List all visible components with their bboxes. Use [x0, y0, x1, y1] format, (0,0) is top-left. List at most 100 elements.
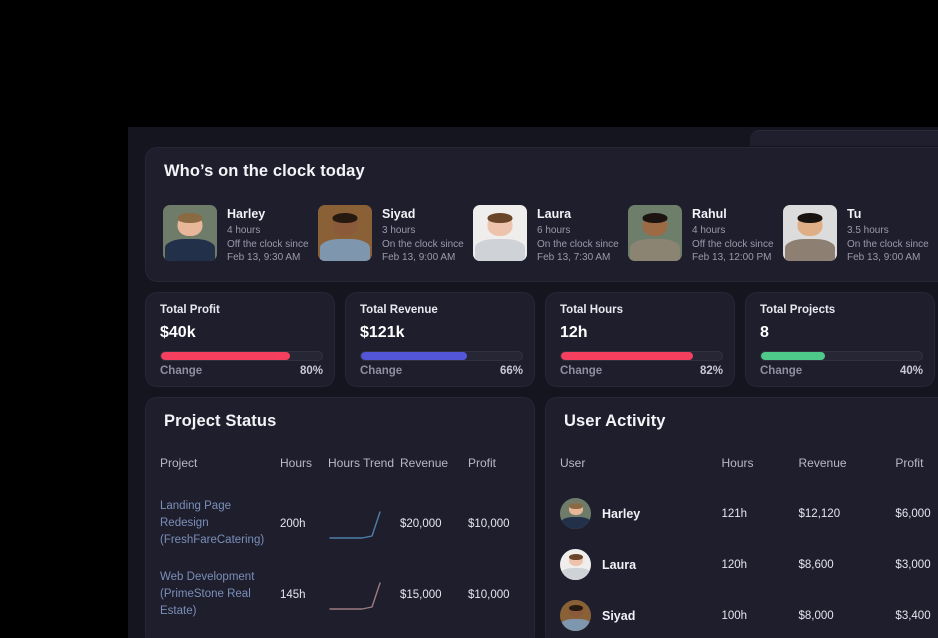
user-name: Laura: [602, 557, 637, 572]
project-revenue-cell: $15,000: [400, 588, 442, 601]
stat-card-total-projects[interactable]: Total Projects 8 Change 40%: [745, 292, 935, 387]
stat-progress-track: [560, 351, 723, 361]
clock-person-since: Feb 13, 9:00 AM: [847, 252, 921, 263]
clock-person-hours: 3.5 hours: [847, 225, 889, 236]
stat-progress-fill: [761, 352, 826, 360]
clock-person-status: On the clock since: [382, 238, 464, 250]
table-row[interactable]: Laura120h$8,600$3,00020: [560, 539, 938, 590]
user-activity-panel: User Activity User Hours Revenue Profit …: [545, 397, 938, 638]
sparkline-icon: [329, 581, 381, 610]
stat-value: 12h: [560, 324, 588, 341]
stat-value: 8: [760, 324, 769, 341]
clock-person-name: Laura: [537, 207, 572, 221]
clock-person[interactable]: Siyad 3 hours On the clock since Feb 13, 9:…: [318, 205, 473, 265]
table-row[interactable]: Siyad100h$8,000$3,40031: [560, 590, 938, 638]
stat-progress-fill: [361, 352, 468, 360]
user-cell: Harley: [560, 488, 722, 539]
stat-change-row: Change 40%: [760, 365, 923, 377]
stat-change-value: 80%: [299, 365, 323, 377]
sparkline-icon: [329, 510, 381, 539]
column-header-revenue: Revenue: [400, 456, 449, 470]
column-header-hours: Hours: [280, 456, 313, 470]
clock-person-name: Siyad: [382, 207, 416, 221]
project-status-table: Project Hours Hours Trend Revenue Profit…: [160, 448, 522, 630]
dashboard-surface: Who’s on the clock today Harley 4 hours Of…: [128, 127, 938, 638]
clock-person-details: Siyad 3 hours On the clock since Feb 13, 9:…: [382, 205, 464, 265]
user-profit-cell: $3,400: [895, 609, 931, 622]
table-row[interactable]: Web Development (PrimeStone Real Estate)…: [160, 559, 522, 630]
column-header-hours-trend: Hours Trend: [328, 456, 395, 470]
hours-trend-cell: [328, 559, 400, 630]
user-profit-cell: $6,000: [895, 507, 931, 520]
stat-card-total-hours[interactable]: Total Hours 12h Change 82%: [545, 292, 735, 387]
column-header-hours: Hours: [721, 456, 754, 470]
user-hours-cell: 121h: [721, 507, 748, 520]
stat-progress-fill: [561, 352, 694, 360]
user-cell: Laura: [560, 539, 722, 590]
clock-panel: Who’s on the clock today Harley 4 hours Of…: [145, 147, 938, 282]
project-cell: Landing Page Redesign (FreshFareCatering…: [160, 488, 280, 559]
stat-value: $40k: [160, 324, 196, 341]
stat-value: $121k: [360, 324, 405, 341]
stat-card-total-revenue[interactable]: Total Revenue $121k Change 66%: [345, 292, 535, 387]
avatar-tu: [783, 205, 837, 261]
avatar-siyad: [318, 205, 372, 261]
partial-card-above: [750, 130, 938, 146]
stat-progress-track: [160, 351, 323, 361]
hours-trend-cell: [328, 488, 400, 559]
stat-change-row: Change 66%: [360, 365, 523, 377]
user-revenue-cell: $8,600: [798, 558, 834, 571]
avatar-siyad: [560, 600, 591, 631]
stat-change-label: Change: [360, 365, 403, 377]
stat-label: Total Hours: [560, 304, 624, 316]
table-row[interactable]: Landing Page Redesign (FreshFareCatering…: [160, 488, 522, 559]
project-link[interactable]: Landing Page Redesign (FreshFareCatering…: [160, 498, 270, 549]
stat-label: Total Profit: [160, 304, 220, 316]
project-table-header-row: Project Hours Hours Trend Revenue Profit: [160, 448, 522, 488]
avatar-laura: [473, 205, 527, 261]
stat-progress-fill: [161, 352, 290, 360]
column-header-user: User: [560, 456, 586, 470]
user-cell: Siyad: [560, 590, 722, 638]
table-row[interactable]: Harley121h$12,120$6,00032: [560, 488, 938, 539]
stat-change-label: Change: [160, 365, 203, 377]
clock-person-since: Feb 13, 12:00 PM: [692, 252, 772, 263]
stat-change-label: Change: [760, 365, 803, 377]
project-revenue-cell: $20,000: [400, 517, 442, 530]
clock-person-details: Rahul 4 hours Off the clock since Feb 13, 1…: [692, 205, 774, 265]
clock-person[interactable]: Rahul 4 hours Off the clock since Feb 13, 1…: [628, 205, 783, 265]
project-hours-cell: 200h: [280, 517, 306, 530]
stat-change-value: 66%: [499, 365, 523, 377]
project-cell: Web Development (PrimeStone Real Estate): [160, 559, 280, 630]
clock-person-hours: 3 hours: [382, 225, 416, 236]
clock-person[interactable]: Tu 3.5 hours On the clock since Feb 13, 9:0…: [783, 205, 938, 265]
screen: Who’s on the clock today Harley 4 hours Of…: [0, 0, 938, 638]
clock-person-status: On the clock since: [537, 238, 619, 250]
clock-person-details: Tu 3.5 hours On the clock since Feb 13, 9:0…: [847, 205, 929, 265]
clock-person-details: Laura 6 hours On the clock since Feb 13, 7:…: [537, 205, 619, 265]
stat-progress-track: [360, 351, 523, 361]
stat-change-value: 40%: [899, 365, 923, 377]
clock-person[interactable]: Laura 6 hours On the clock since Feb 13, 7:…: [473, 205, 628, 265]
clock-person[interactable]: Harley 4 hours Off the clock since Feb 13, …: [163, 205, 318, 265]
user-profit-cell: $3,000: [895, 558, 931, 571]
user-revenue-cell: $8,000: [798, 609, 834, 622]
clock-panel-title: Who’s on the clock today: [164, 162, 365, 180]
project-profit-cell: $10,000: [468, 588, 510, 601]
column-header-profit: Profit: [468, 456, 497, 470]
stat-label: Total Projects: [760, 304, 836, 316]
avatar-rahul: [628, 205, 682, 261]
stat-label: Total Revenue: [360, 304, 438, 316]
stat-progress-track: [760, 351, 923, 361]
column-header-revenue: Revenue: [798, 456, 847, 470]
column-header-profit: Profit: [895, 456, 924, 470]
clock-person-status: Off the clock since: [227, 238, 309, 250]
avatar-harley: [163, 205, 217, 261]
column-header-project: Project: [160, 456, 198, 470]
stat-change-value: 82%: [699, 365, 723, 377]
clock-person-since: Feb 13, 9:00 AM: [382, 252, 456, 263]
stat-card-total-profit[interactable]: Total Profit $40k Change 80%: [145, 292, 335, 387]
clock-person-name: Tu: [847, 207, 862, 221]
activity-table-body: Harley121h$12,120$6,00032Laura120h$8,600…: [560, 488, 938, 638]
project-link[interactable]: Web Development (PrimeStone Real Estate): [160, 569, 270, 620]
